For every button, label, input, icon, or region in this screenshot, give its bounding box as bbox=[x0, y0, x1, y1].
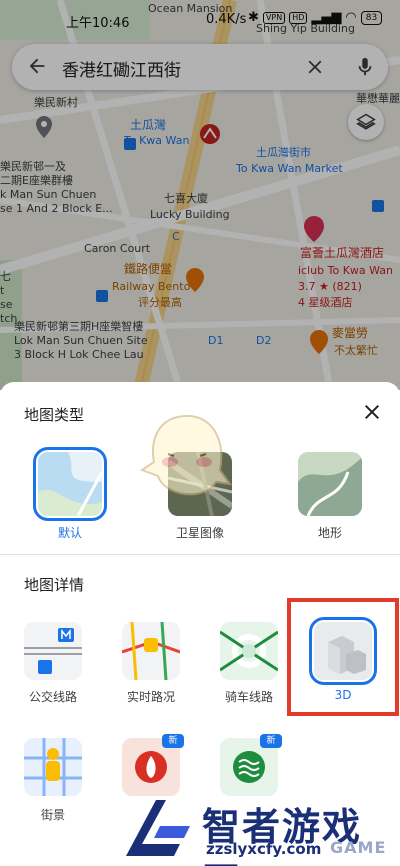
street-view-thumbnail bbox=[24, 738, 82, 796]
close-icon[interactable] bbox=[360, 400, 384, 424]
mascot-watermark-icon bbox=[139, 414, 233, 496]
detail-traffic-label: 实时路况 bbox=[126, 690, 175, 704]
detail-transit[interactable] bbox=[24, 622, 82, 680]
detail-biking-label: 骑车线路 bbox=[224, 690, 273, 704]
traffic-thumbnail bbox=[122, 622, 180, 680]
new-badge: 新 bbox=[260, 734, 282, 748]
detail-street-view[interactable] bbox=[24, 738, 82, 796]
map-details-title: 地图详情 bbox=[24, 576, 85, 594]
map-type-terrain[interactable] bbox=[298, 452, 362, 516]
brand-watermark: 智者游戏网 zzslyxcfy.com GAME bbox=[120, 790, 400, 866]
transit-thumbnail bbox=[24, 622, 82, 680]
highlight-box bbox=[287, 598, 399, 716]
new-badge: 新 bbox=[162, 734, 184, 748]
detail-transit-label: 公交线路 bbox=[28, 690, 77, 704]
map-type-default-label: 默认 bbox=[57, 526, 82, 540]
map-type-satellite-label: 卫星图像 bbox=[175, 526, 224, 540]
brand-logo-icon bbox=[126, 800, 190, 856]
brand-suffix: GAME bbox=[330, 838, 387, 857]
terrain-map-thumbnail bbox=[298, 452, 362, 516]
biking-thumbnail bbox=[220, 622, 278, 680]
dim-overlay[interactable] bbox=[0, 0, 400, 390]
detail-street-view-label: 街景 bbox=[40, 808, 65, 822]
default-map-thumbnail bbox=[38, 452, 102, 516]
screen: Ocean Mansion Shing Yip Building 樂民新村 土瓜… bbox=[0, 0, 400, 866]
detail-traffic[interactable] bbox=[122, 622, 180, 680]
brand-url: zzslyxcfy.com bbox=[206, 840, 322, 858]
detail-biking[interactable] bbox=[220, 622, 278, 680]
map-type-default[interactable] bbox=[33, 447, 107, 521]
map-type-title: 地图类型 bbox=[24, 406, 85, 424]
map-type-terrain-label: 地形 bbox=[317, 526, 342, 540]
divider bbox=[0, 554, 400, 555]
